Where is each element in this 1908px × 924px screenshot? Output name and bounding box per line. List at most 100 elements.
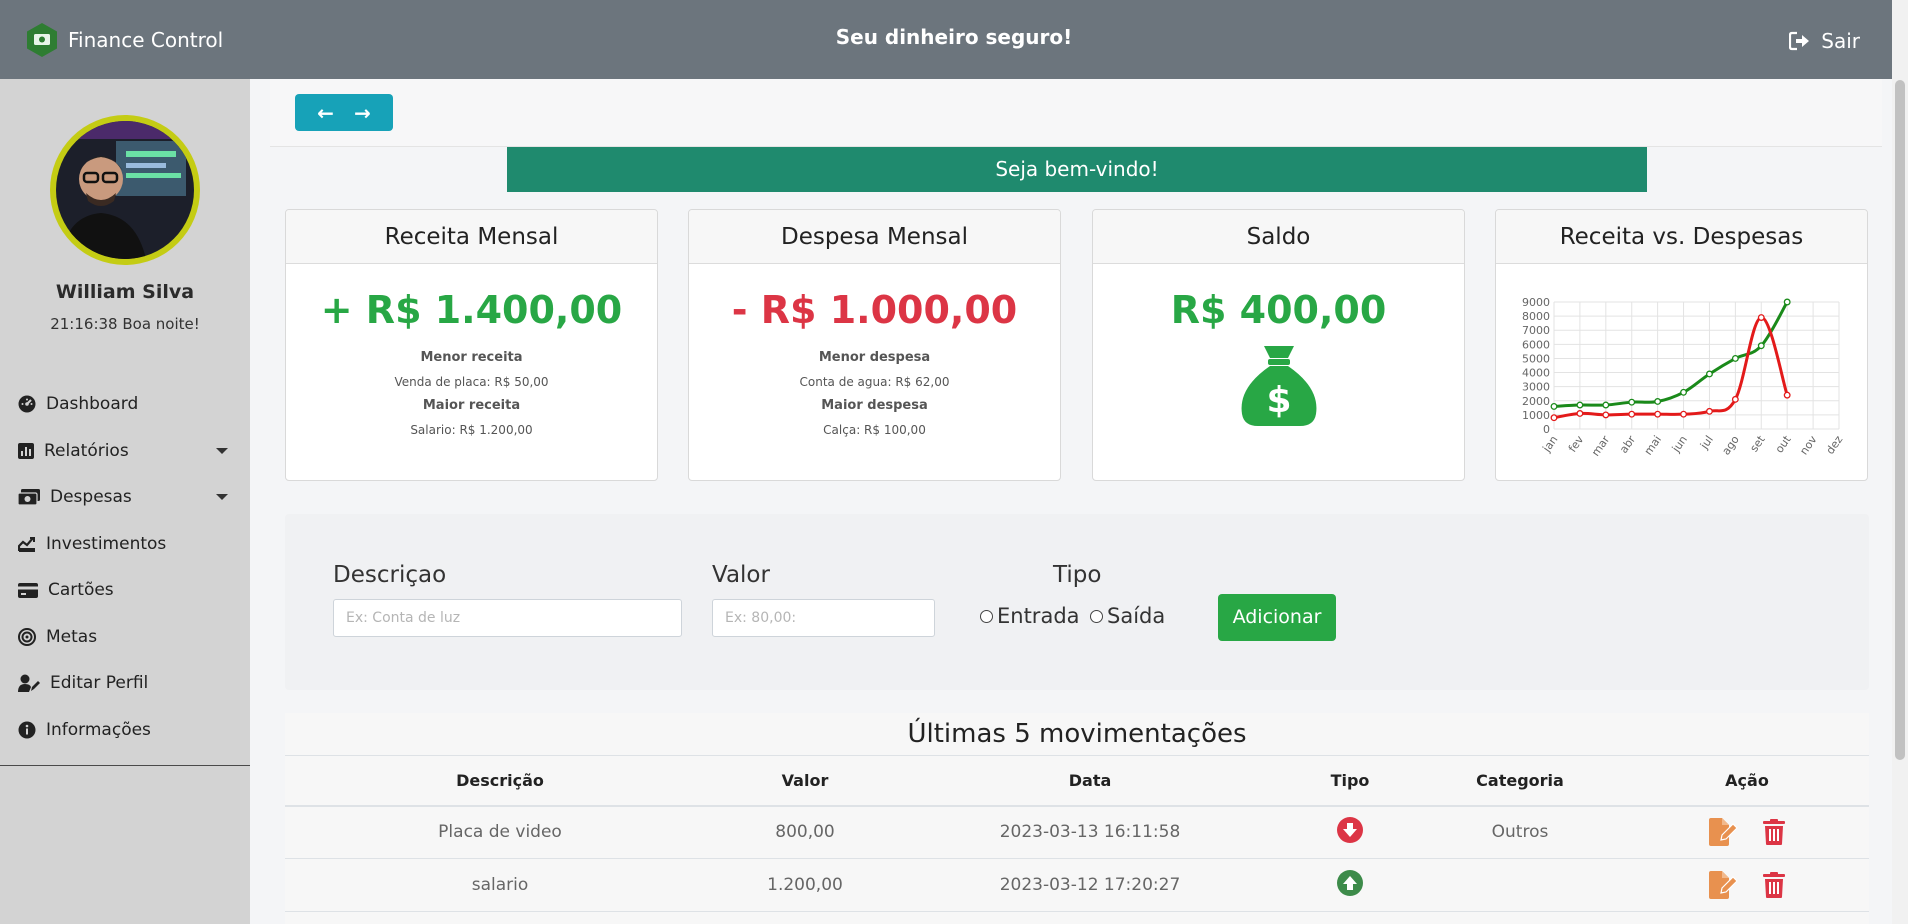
sidebar-item-informacoes[interactable]: Informações: [0, 707, 250, 754]
sidebar-item-relatorios[interactable]: Relatórios: [0, 428, 250, 475]
top-navbar: Finance Control Seu dinheiro seguro! Sai…: [0, 0, 1908, 79]
welcome-banner: Seja bem-vindo!: [507, 147, 1647, 192]
sidebar: William Silva 21:16:38 Boa noite! Dashbo…: [0, 79, 250, 924]
y-tick-label: 6000: [1522, 338, 1550, 351]
sidebar-item-label: Editar Perfil: [50, 673, 149, 694]
add-button[interactable]: Adicionar: [1218, 594, 1336, 641]
sidebar-nav: Dashboard Relatórios Despesas Investimen…: [0, 381, 250, 753]
sidebar-divider: [0, 765, 250, 766]
data-point: [1757, 342, 1765, 350]
despesa-amount: - R$ 1.000,00: [731, 288, 1018, 332]
logout-button[interactable]: Sair: [1789, 29, 1860, 53]
sidebar-item-cartoes[interactable]: Cartões: [0, 567, 250, 614]
history-nav-buttons: ← →: [295, 94, 393, 131]
data-point: [1602, 401, 1610, 409]
data-point: [1550, 402, 1558, 410]
data-point: [1731, 354, 1739, 362]
radio-circle[interactable]: [1090, 609, 1103, 623]
edit-file-icon[interactable]: [1709, 871, 1739, 899]
cell-data: 2023-03-12 17:20:27: [895, 858, 1285, 912]
cell-tipo: [1285, 858, 1415, 912]
page-nav-strip: ← →: [270, 79, 1882, 147]
data-point: [1654, 398, 1662, 405]
receita-amount: + R$ 1.400,00: [320, 288, 623, 332]
y-tick-label: 2000: [1522, 395, 1550, 408]
x-tick-label: nov: [1797, 433, 1820, 457]
sidebar-item-despesas[interactable]: Despesas: [0, 474, 250, 521]
card-receita-vs-despesas: Receita vs. Despesas 0 1000 2000 3000 4000 50…: [1495, 209, 1868, 481]
edit-file-icon[interactable]: [1709, 818, 1739, 847]
data-point: [1576, 401, 1584, 409]
sidebar-item-editar-perfil[interactable]: Editar Perfil: [0, 660, 250, 707]
trash-icon[interactable]: [1763, 872, 1785, 898]
bar-chart-icon: [18, 442, 34, 459]
money-bag-icon: $: [1241, 346, 1316, 426]
line-chart: 0100020003000400050006000700080009000jan…: [1522, 296, 1846, 459]
x-tick-label: set: [1747, 433, 1768, 455]
y-tick-label: 9000: [1522, 296, 1550, 309]
data-point: [1576, 410, 1584, 417]
x-tick-label: jul: [1697, 433, 1716, 452]
card-title: Despesa Mensal: [689, 210, 1060, 264]
column-header: Categoria: [1415, 755, 1625, 807]
chart-line-icon: [18, 536, 35, 552]
cell-descricao: salario: [285, 858, 715, 912]
profile-photo: [56, 121, 194, 259]
page-scrollbar[interactable]: [1892, 0, 1908, 924]
data-point: [1628, 398, 1636, 406]
x-tick-label: out: [1773, 433, 1794, 456]
scrollbar-thumb[interactable]: [1895, 80, 1905, 760]
column-header: Data: [895, 755, 1285, 807]
sidebar-item-investimentos[interactable]: Investimentos: [0, 521, 250, 568]
min-despesa-value: Conta de agua: R$ 62,00: [799, 375, 950, 389]
trash-icon[interactable]: [1763, 819, 1785, 846]
data-point: [1550, 414, 1558, 422]
max-despesa-label: Maior despesa: [821, 398, 928, 413]
card-title: Saldo: [1093, 210, 1464, 264]
min-receita-label: Menor receita: [420, 350, 523, 365]
cell-data: 2023-03-13 16:11:58: [895, 805, 1285, 859]
x-tick-label: abr: [1617, 433, 1638, 456]
user-edit-icon: [18, 674, 40, 693]
transactions-table: Descrição Valor Data Tipo Categoria Ação…: [285, 755, 1869, 912]
avatar[interactable]: [50, 115, 200, 265]
sidebar-item-label: Dashboard: [46, 394, 139, 415]
cell-valor: 800,00: [715, 805, 895, 859]
sidebar-item-metas[interactable]: Metas: [0, 614, 250, 661]
svg-text:$: $: [1266, 380, 1291, 421]
sidebar-item-label: Cartões: [48, 580, 114, 601]
sidebar-item-dashboard[interactable]: Dashboard: [0, 381, 250, 428]
sidebar-item-label: Metas: [46, 626, 98, 647]
sidebar-item-label: Investimentos: [46, 533, 167, 554]
series-line: [1553, 316, 1789, 420]
valor-input[interactable]: [712, 599, 935, 637]
cell-categoria: [1415, 858, 1625, 912]
data-point: [1783, 391, 1791, 399]
add-transaction-form: Descriçao Valor Tipo Entrada Saída Adici…: [285, 514, 1869, 690]
table-title: Últimas 5 movimentações: [907, 719, 1247, 749]
money-bills-icon: [18, 489, 40, 506]
radio-entrada[interactable]: Entrada: [980, 604, 1080, 628]
descricao-label: Descriçao: [333, 562, 447, 588]
info-circle-icon: [18, 721, 36, 739]
radio-circle[interactable]: [980, 609, 993, 623]
transactions-table-panel: Últimas 5 movimentações Descrição Valor …: [285, 713, 1869, 924]
arrow-down-circle-icon: [1337, 816, 1363, 843]
data-point: [1628, 410, 1636, 418]
cell-acao: [1625, 805, 1869, 859]
y-tick-label: 8000: [1522, 310, 1550, 323]
sidebar-item-label: Relatórios: [44, 440, 129, 461]
y-tick-label: 7000: [1522, 324, 1550, 337]
back-arrow-icon[interactable]: ←: [317, 103, 334, 123]
sidebar-item-label: Despesas: [50, 487, 132, 508]
descricao-input[interactable]: [333, 599, 682, 637]
radio-saida[interactable]: Saída: [1090, 604, 1165, 628]
y-tick-label: 5000: [1522, 352, 1550, 365]
column-header: Descrição: [285, 755, 715, 807]
user-name: William Silva: [55, 281, 195, 303]
tipo-label: Tipo: [1053, 562, 1102, 588]
user-greeting: 21:16:38 Boa noite!: [50, 315, 200, 333]
forward-arrow-icon[interactable]: →: [354, 103, 371, 123]
series-line: [1553, 301, 1789, 408]
dashboard-gauge-icon: [18, 395, 36, 413]
